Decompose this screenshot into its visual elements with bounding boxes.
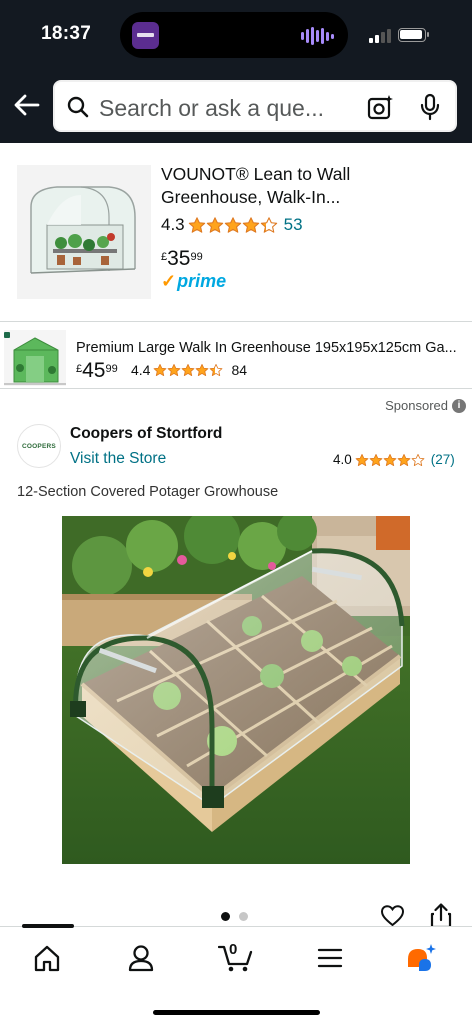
app-activity-icon [132, 22, 159, 49]
price-whole: 45 [82, 359, 106, 382]
star-icon [383, 453, 397, 466]
price-fraction: 99 [105, 363, 118, 375]
star-icon [355, 453, 369, 466]
home-icon[interactable] [32, 943, 62, 973]
star-icon [168, 363, 181, 377]
back-arrow-icon[interactable] [12, 90, 42, 120]
brand-logo[interactable]: COOPERS [17, 424, 61, 468]
product-title[interactable]: Premium Large Walk In Greenhouse 195x195… [76, 340, 460, 356]
star-icon [196, 363, 209, 377]
star-icon [206, 217, 223, 233]
carousel-dot[interactable] [239, 912, 248, 921]
home-indicator [153, 1010, 320, 1015]
ad-product-image[interactable] [62, 516, 410, 864]
account-icon[interactable] [126, 943, 156, 973]
divider [0, 388, 472, 389]
brand-rating[interactable]: 4.0 (27) [333, 452, 455, 467]
price-fraction: 99 [190, 251, 203, 263]
prime-check-icon: ✓ [161, 271, 177, 291]
review-count[interactable]: 53 [284, 215, 303, 235]
star-icon [411, 453, 425, 466]
brand-name[interactable]: Coopers of Stortford [70, 425, 222, 443]
rating-stars [153, 363, 223, 377]
star-icon [397, 453, 411, 466]
search-bar[interactable] [53, 80, 457, 132]
camera-search-icon[interactable] [366, 94, 394, 122]
search-input[interactable] [99, 94, 353, 122]
battery-icon [398, 28, 429, 42]
star-icon [210, 363, 223, 377]
rating-stars [188, 216, 278, 234]
status-time: 18:37 [41, 23, 92, 44]
signal-icon [369, 29, 391, 43]
brand-logo-text: COOPERS [22, 442, 56, 450]
carousel-dot[interactable] [221, 912, 230, 921]
dynamic-island [120, 12, 348, 58]
product-thumbnail[interactable] [4, 330, 66, 386]
ad-product-title[interactable]: 12-Section Covered Potager Growhouse [17, 484, 278, 500]
divider [0, 321, 472, 322]
audio-wave-icon [301, 26, 334, 46]
rating-value: 4.0 [333, 452, 352, 467]
product-title[interactable]: VOUNOT® Lean to Wall Greenhouse, Walk-In… [161, 163, 456, 209]
visit-store-link[interactable]: Visit the Store [70, 450, 166, 468]
sponsored-label[interactable]: Sponsored i [385, 398, 466, 413]
star-icon [188, 217, 205, 233]
rating-value: 4.3 [161, 215, 185, 234]
cart-button[interactable]: 0 [217, 941, 254, 973]
rating-value: 4.4 [131, 362, 151, 378]
microphone-icon[interactable] [419, 93, 441, 121]
carousel-dots[interactable] [221, 912, 248, 921]
product-price: £ 45 99 [76, 360, 118, 382]
info-icon[interactable]: i [452, 398, 466, 413]
active-tab-indicator [22, 924, 74, 928]
star-icon [242, 217, 259, 233]
rating-stars [355, 453, 425, 467]
menu-icon[interactable] [315, 943, 345, 973]
prime-label: prime [177, 271, 227, 291]
star-icon [260, 217, 277, 233]
greenhouse-image [4, 330, 66, 386]
prime-badge: ✓ prime [161, 271, 226, 292]
cart-count: 0 [229, 941, 238, 958]
star-icon [182, 363, 195, 377]
star-icon [224, 217, 241, 233]
review-count: 84 [231, 362, 248, 378]
product-image[interactable] [17, 165, 151, 299]
top-bar: 18:37 [0, 0, 472, 143]
growhouse-image [62, 516, 410, 864]
product-price: £ 35 99 [161, 248, 203, 270]
product-rating[interactable]: 4.3 53 [161, 215, 303, 235]
sponsored-text: Sponsored [385, 398, 448, 413]
star-icon [154, 363, 167, 377]
heart-icon[interactable] [380, 904, 405, 927]
price-whole: 35 [167, 247, 191, 270]
greenhouse-image [17, 165, 151, 299]
search-icon [67, 96, 89, 118]
rufus-icon[interactable] [405, 943, 439, 973]
bottom-nav: 0 [0, 924, 472, 1024]
review-count: (27) [430, 452, 455, 467]
star-icon [369, 453, 383, 466]
product-rating[interactable]: 4.4 84 [131, 362, 247, 378]
